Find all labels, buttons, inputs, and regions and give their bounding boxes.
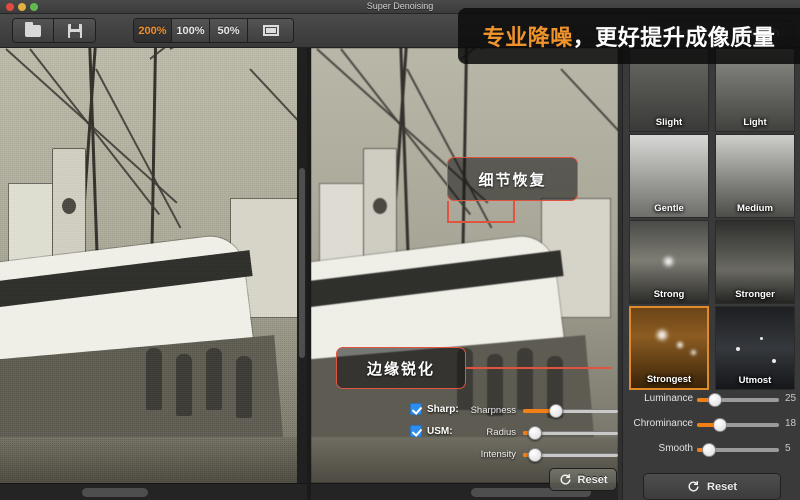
open-file-button[interactable] — [13, 19, 54, 42]
denoise-sliders: Luminance 25 Chrominance 18 Smooth 5 — [623, 393, 800, 463]
sharpen-controls: Sharp: USM: Sharpness Radius Intensity R… — [311, 393, 618, 491]
refresh-icon — [688, 481, 699, 492]
app-window: Super Denoising 200% 100% 50% Sharp: USM… — [0, 0, 800, 500]
save-file-button[interactable] — [54, 19, 95, 42]
zoom-50-button[interactable]: 50% — [210, 19, 248, 42]
preset-utmost[interactable]: Utmost — [715, 306, 795, 390]
radius-slider-knob[interactable] — [527, 426, 542, 440]
promo-rest: ，更好提升成像质量 — [572, 25, 776, 50]
usm-checkbox[interactable] — [410, 425, 422, 437]
folder-icon — [25, 21, 41, 37]
chrominance-slider-knob[interactable] — [713, 418, 728, 432]
denoise-reset-label: Reset — [707, 480, 737, 493]
fit-screen-icon — [262, 25, 279, 36]
refresh-icon — [559, 474, 571, 485]
preset-medium-label: Medium — [737, 203, 773, 214]
preset-strong-label: Strong — [653, 289, 685, 300]
chrominance-value: 18 — [785, 418, 797, 429]
preset-strong[interactable]: Strong — [629, 220, 709, 304]
denoise-reset-button[interactable]: Reset — [643, 473, 781, 500]
preset-grid: Slight Light Gentle Medium Strong Strong… — [629, 48, 795, 390]
preset-strongest[interactable]: Strongest — [629, 306, 709, 390]
file-button-group — [12, 18, 96, 43]
preset-gentle-label: Gentle — [654, 203, 684, 214]
intensity-label: Intensity — [480, 449, 516, 460]
chrominance-label: Chrominance — [633, 418, 693, 429]
preset-slight-label: Slight — [655, 117, 683, 128]
radius-slider[interactable] — [523, 426, 618, 440]
sharpness-slider[interactable] — [523, 404, 618, 418]
left-horizontal-scrollbar[interactable] — [0, 483, 307, 500]
original-image-panel[interactable] — [0, 48, 307, 500]
promo-banner: 专业降噪，更好提升成像质量 — [458, 8, 800, 64]
sharpen-reset-button[interactable]: Reset — [549, 468, 617, 491]
original-image — [0, 48, 307, 483]
zoom-button-group: 200% 100% 50% — [133, 18, 294, 43]
sharpness-label: Sharpness — [470, 405, 516, 416]
sharpen-reset-label: Reset — [577, 473, 608, 486]
preset-stronger[interactable]: Stronger — [715, 220, 795, 304]
preset-gentle[interactable]: Gentle — [629, 134, 709, 218]
zoom-200-button[interactable]: 200% — [134, 19, 172, 42]
presets-panel: Slight Light Gentle Medium Strong Strong… — [622, 48, 800, 500]
luminance-slider[interactable] — [697, 393, 779, 407]
callout-detail-connector-v2 — [513, 201, 515, 223]
smooth-slider-knob[interactable] — [701, 443, 716, 457]
smooth-slider[interactable] — [697, 443, 779, 457]
chrominance-slider[interactable] — [697, 418, 779, 432]
radius-label: Radius — [486, 427, 516, 438]
smooth-label: Smooth — [658, 443, 693, 454]
smooth-value: 5 — [785, 443, 791, 454]
callout-detail-connector-v — [447, 201, 449, 223]
luminance-value: 25 — [785, 393, 797, 404]
callout-edge-sharpening: 边缘锐化 — [336, 347, 466, 389]
fit-to-window-button[interactable] — [248, 19, 293, 42]
left-vertical-scrollbar[interactable] — [297, 48, 307, 483]
floppy-disk-icon — [67, 23, 82, 38]
callout-detail-connector-h — [447, 221, 515, 223]
callout-edge-connector — [466, 367, 611, 369]
promo-highlight: 专业降噪 — [482, 25, 573, 50]
preset-light-label: Light — [743, 117, 767, 128]
intensity-slider[interactable] — [523, 448, 618, 462]
preset-stronger-label: Stronger — [735, 289, 775, 300]
intensity-slider-knob[interactable] — [527, 448, 542, 462]
promo-banner-text: 专业降噪，更好提升成像质量 — [483, 20, 776, 52]
preset-medium[interactable]: Medium — [715, 134, 795, 218]
sharpness-slider-knob[interactable] — [548, 404, 563, 418]
luminance-label: Luminance — [644, 393, 693, 404]
luminance-slider-knob[interactable] — [708, 393, 723, 407]
sharp-checkbox[interactable] — [410, 403, 422, 415]
preset-utmost-label: Utmost — [738, 375, 772, 386]
zoom-100-button[interactable]: 100% — [172, 19, 210, 42]
preset-strongest-label: Strongest — [646, 374, 692, 385]
callout-detail-restoration: 细节恢复 — [447, 157, 578, 201]
